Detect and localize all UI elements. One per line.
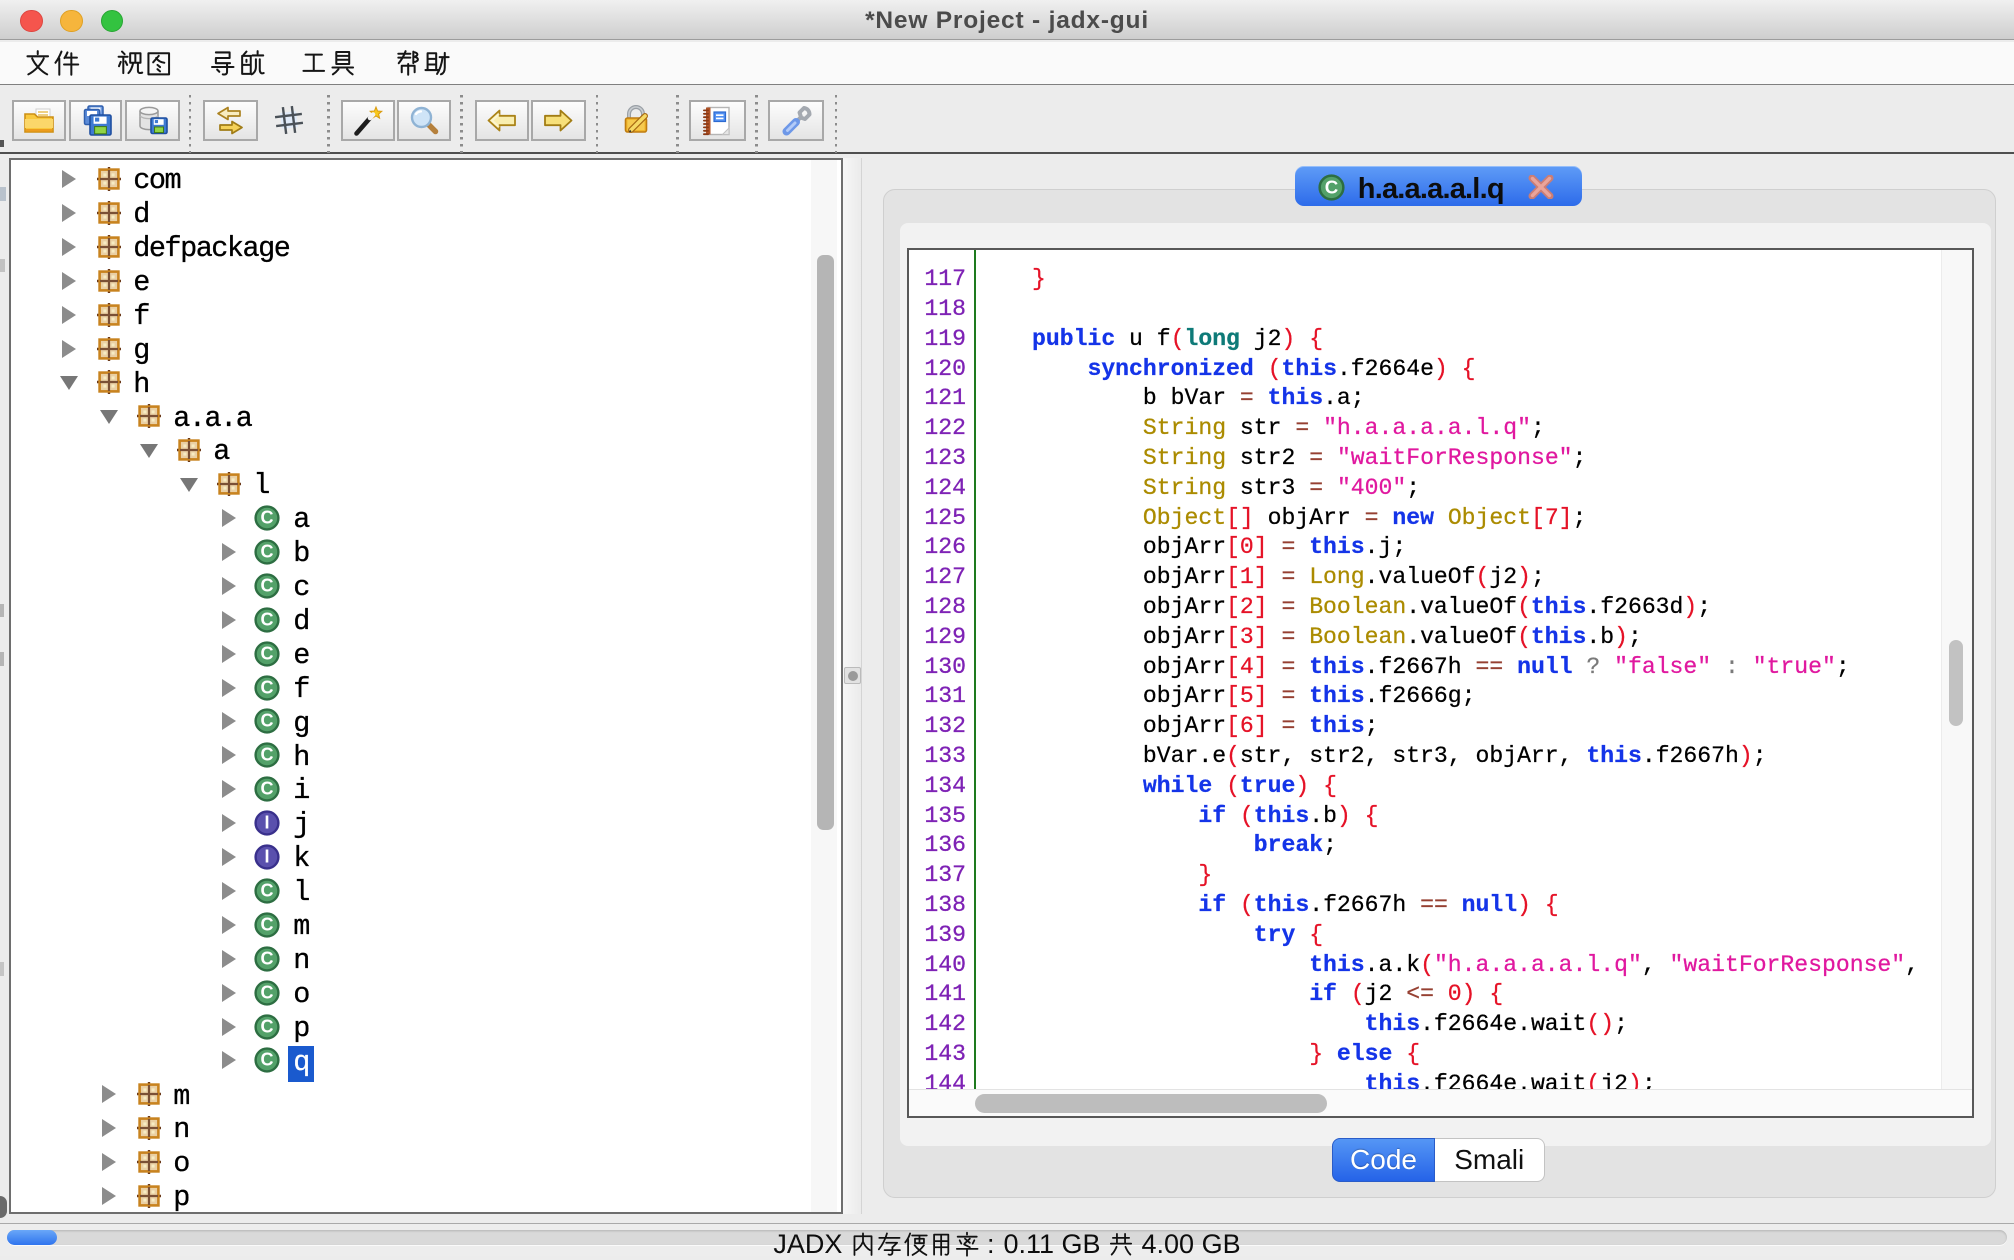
svg-text:C: C <box>261 643 274 663</box>
svg-text:C: C <box>261 1050 274 1070</box>
svg-text:C: C <box>261 575 274 595</box>
svg-text:I: I <box>264 813 269 833</box>
svg-text:C: C <box>261 609 274 629</box>
svg-text:C: C <box>261 1016 274 1036</box>
svg-text:C: C <box>261 541 274 561</box>
svg-text:C: C <box>261 982 274 1002</box>
svg-text:C: C <box>261 914 274 934</box>
svg-text:I: I <box>264 847 269 867</box>
svg-text:C: C <box>261 677 274 697</box>
svg-text:C: C <box>261 745 274 765</box>
svg-text:C: C <box>261 508 274 528</box>
svg-text:C: C <box>261 948 274 968</box>
svg-text:C: C <box>261 779 274 799</box>
svg-text:C: C <box>1324 177 1338 198</box>
svg-text:C: C <box>261 711 274 731</box>
svg-text:C: C <box>261 880 274 900</box>
